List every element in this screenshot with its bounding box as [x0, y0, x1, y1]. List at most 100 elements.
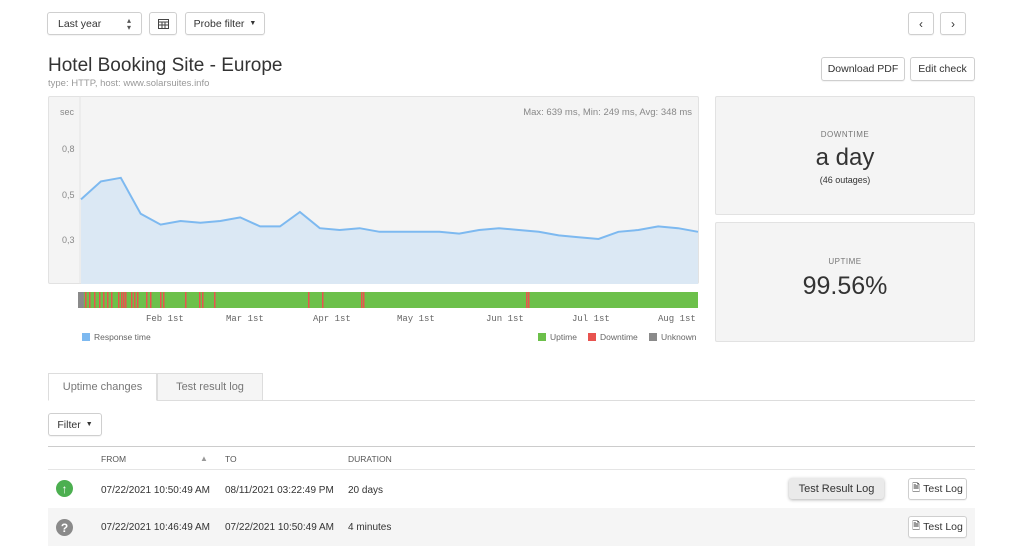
legend-swatch [649, 333, 657, 341]
caret-down-icon: ▼ [85, 421, 93, 428]
downtime-marker [89, 292, 91, 308]
downtime-marker [118, 292, 120, 308]
caret-down-icon: ▼ [249, 20, 257, 27]
legend-swatch [538, 333, 546, 341]
downtime-marker [134, 292, 136, 308]
uptime-label: UPTIME [828, 257, 862, 266]
downtime-marker [322, 292, 324, 308]
sort-ascending-icon[interactable]: ▲ [200, 454, 208, 463]
date-range-label: Last year [58, 17, 102, 30]
downtime-marker [361, 292, 363, 308]
test-log-button[interactable]: 🗎 Test Log [908, 516, 967, 538]
downtime-marker [111, 292, 113, 308]
chevron-left-icon: ‹ [919, 16, 923, 31]
tooltip: Test Result Log [789, 478, 884, 499]
downtime-marker [99, 292, 101, 308]
downtime-marker [150, 292, 152, 308]
test-log-label: Test Log [923, 483, 963, 495]
row-from: 07/22/2021 10:46:49 AM [101, 522, 210, 533]
row-to: 07/22/2021 10:50:49 AM [225, 522, 334, 533]
legend-swatch [82, 333, 90, 341]
legend-downtime: Downtime [588, 332, 638, 342]
column-header-from[interactable]: FROM [101, 454, 126, 464]
tab-test-result-log[interactable]: Test result log [157, 373, 263, 401]
document-icon: 🗎 [912, 520, 921, 532]
sort-updown-icon: ▴ ▾ [126, 15, 131, 32]
uptime-segment [78, 292, 698, 308]
filter-label: Filter [57, 418, 81, 431]
page-subtitle: type: HTTP, host: www.solarsuites.info [48, 78, 210, 89]
downtime-marker [214, 292, 216, 308]
downtime-card: DOWNTIME a day (46 outages) [715, 96, 975, 215]
column-header-to[interactable]: TO [225, 454, 237, 464]
status-bar [78, 292, 698, 308]
legend-unknown: Unknown [649, 332, 696, 342]
downtime-marker [121, 292, 123, 308]
question-icon: ? [56, 519, 73, 536]
row-to: 08/11/2021 03:22:49 PM [225, 485, 334, 496]
downtime-marker [199, 292, 201, 308]
table-row: ↑ 07/22/2021 10:50:49 AM 08/11/2021 03:2… [48, 470, 975, 508]
next-button[interactable]: › [940, 12, 966, 35]
downtime-marker [125, 292, 127, 308]
legend-label: Downtime [600, 332, 638, 342]
downtime-marker [131, 292, 133, 308]
downtime-outages: (46 outages) [819, 175, 871, 185]
row-from: 07/22/2021 10:50:49 AM [101, 485, 210, 496]
row-duration: 4 minutes [348, 522, 392, 533]
downtime-marker [85, 292, 87, 308]
page-title: Hotel Booking Site - Europe [48, 55, 283, 76]
downtime-marker [185, 292, 187, 308]
legend-uptime: Uptime [538, 332, 577, 342]
x-tick: Aug 1st [658, 314, 696, 324]
column-header-duration[interactable]: DURATION [348, 454, 392, 464]
test-log-label: Test Log [923, 521, 963, 533]
tab-uptime-changes[interactable]: Uptime changes [48, 373, 157, 401]
downtime-label: DOWNTIME [820, 130, 870, 139]
downtime-marker [526, 292, 528, 308]
legend-label: Response time [94, 332, 151, 342]
document-icon: 🗎 [912, 482, 921, 494]
probe-filter-label: Probe filter [193, 17, 245, 30]
downtime-marker [363, 292, 365, 308]
table-row: ? 07/22/2021 10:46:49 AM 07/22/2021 10:5… [48, 508, 975, 546]
prev-button[interactable]: ‹ [908, 12, 934, 35]
date-range-select[interactable]: Last year ▴ ▾ [47, 12, 142, 35]
calendar-button[interactable] [149, 12, 177, 35]
legend-swatch [588, 333, 596, 341]
legend-response-time: Response time [82, 332, 151, 342]
x-tick: Jul 1st [572, 314, 610, 324]
downtime-marker [202, 292, 204, 308]
response-time-chart: sec 0,8 0,5 0,3 Max: 639 ms, Min: 249 ms… [48, 96, 699, 284]
legend-label: Uptime [550, 332, 577, 342]
legend-label: Unknown [661, 332, 697, 342]
downtime-marker [103, 292, 105, 308]
x-tick: Mar 1st [226, 314, 264, 324]
downtime-marker [94, 292, 96, 308]
downtime-marker [308, 292, 310, 308]
downtime-marker [107, 292, 109, 308]
test-log-button[interactable]: 🗎 Test Log [908, 478, 967, 500]
downtime-marker [163, 292, 165, 308]
downtime-value: a day [815, 144, 875, 171]
x-tick: Jun 1st [486, 314, 524, 324]
x-tick: May 1st [397, 314, 435, 324]
row-duration: 20 days [348, 485, 384, 496]
downtime-marker [123, 292, 125, 308]
downtime-marker [528, 292, 530, 308]
downtime-marker [160, 292, 162, 308]
download-pdf-button[interactable]: Download PDF [821, 57, 905, 81]
probe-filter-button[interactable]: Probe filter ▼ [185, 12, 265, 35]
unknown-segment [78, 292, 84, 308]
edit-check-button[interactable]: Edit check [910, 57, 975, 81]
x-tick: Apr 1st [313, 314, 351, 324]
downtime-marker [146, 292, 148, 308]
table-top-border [48, 446, 975, 447]
x-tick: Feb 1st [146, 314, 184, 324]
uptime-value: 99.56% [802, 272, 888, 300]
column-header-label: FROM [101, 454, 127, 464]
filter-button[interactable]: Filter ▼ [48, 413, 102, 436]
uptime-card: UPTIME 99.56% [715, 222, 975, 342]
plot-area [79, 96, 699, 284]
calendar-icon [157, 18, 169, 29]
